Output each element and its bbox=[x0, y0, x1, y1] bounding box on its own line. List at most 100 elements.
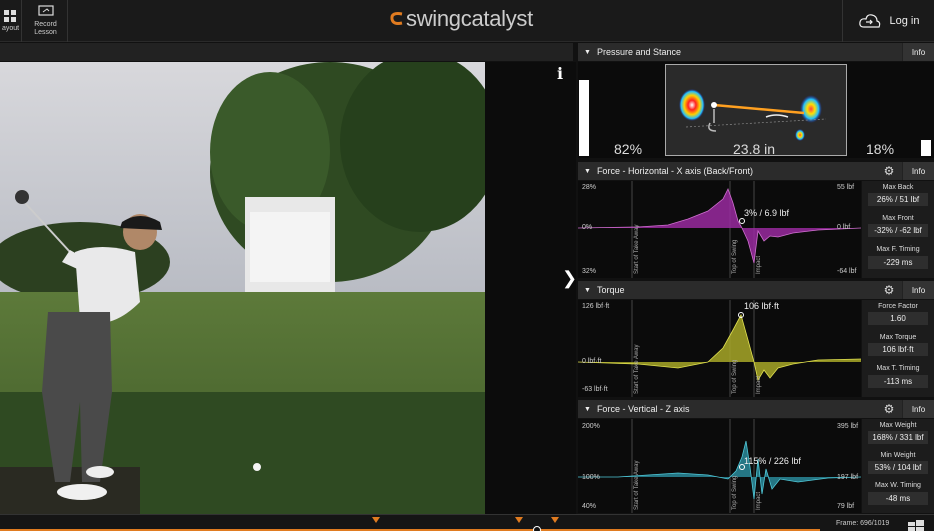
timeline-marker[interactable] bbox=[515, 517, 523, 523]
force-z-panel-header[interactable]: ▼ Force - Vertical - Z axis ⚙ Info bbox=[578, 400, 934, 418]
force-x-graph bbox=[577, 181, 862, 278]
force-z-info-button[interactable]: Info bbox=[902, 400, 934, 418]
marker-top-of-swing: Top of Swing bbox=[732, 359, 738, 394]
gear-icon[interactable]: ⚙ bbox=[878, 163, 900, 179]
torque-info-button[interactable]: Info bbox=[902, 281, 934, 299]
force-x-ymin-left: 32% bbox=[582, 268, 597, 275]
stat-value: 1.60 bbox=[868, 312, 928, 325]
force-x-stats: Max Back 26% / 51 lbf Max Front -32% / -… bbox=[862, 181, 934, 278]
torque-ymin-left: -63 lbf·ft bbox=[582, 386, 608, 393]
torque-ymax-left: 126 lbf·ft bbox=[582, 303, 610, 310]
marker-start-takeaway: Start of Take Away bbox=[634, 224, 640, 274]
stat-label: Min Weight bbox=[880, 452, 916, 459]
force-z-ymin-left: 40% bbox=[582, 503, 597, 510]
stat-value: -113 ms bbox=[868, 375, 928, 388]
gear-icon[interactable]: ⚙ bbox=[878, 401, 900, 417]
stance-width: 23.8 in bbox=[733, 141, 776, 157]
force-x-ymid-right: 0 lbf bbox=[837, 224, 851, 231]
app-logo: swingcatalyst bbox=[388, 6, 533, 32]
force-z-stats: Max Weight 168% / 331 lbf Min Weight 53%… bbox=[862, 419, 934, 513]
marker-impact: Impact bbox=[756, 255, 762, 274]
force-z-ymax-right: 395 lbf bbox=[837, 423, 859, 430]
stat-value: 106 lbf·ft bbox=[868, 343, 928, 356]
pressure-panel-header[interactable]: ▼ Pressure and Stance Info bbox=[578, 43, 934, 61]
force-x-annotation: 3% / 6.9 lbf bbox=[744, 208, 790, 218]
torque-panel-header[interactable]: ▼ Torque ⚙ Info bbox=[578, 281, 934, 299]
timeline-bar[interactable]: Frame: 696/1019 bbox=[0, 514, 934, 531]
collapse-triangle-icon[interactable]: ▼ bbox=[584, 49, 591, 56]
torque-annotation: 106 lbf·ft bbox=[744, 301, 780, 311]
force-x-ymax-left: 28% bbox=[582, 184, 597, 191]
stat-value: -32% / -62 lbf bbox=[868, 224, 928, 237]
force-z-graph bbox=[578, 419, 862, 513]
stat-value: 168% / 331 lbf bbox=[868, 431, 928, 444]
pressure-title: Pressure and Stance bbox=[596, 47, 681, 57]
login-label: Log in bbox=[889, 15, 920, 27]
torque-plot bbox=[577, 300, 862, 397]
stat-label: Max Front bbox=[882, 215, 914, 222]
force-x-title: Force - Horizontal - X axis (Back/Front) bbox=[596, 166, 753, 176]
chevron-right-icon[interactable]: ❯ bbox=[562, 268, 577, 289]
record-lesson-button[interactable]: Record Lesson bbox=[24, 0, 68, 42]
torque-ymid-left: 0 lbf·ft bbox=[582, 358, 602, 365]
force-z-title: Force - Vertical - Z axis bbox=[596, 404, 690, 414]
top-bar: ayout Record Lesson swingcatalyst Log in bbox=[0, 0, 934, 42]
pressure-info-button[interactable]: Info bbox=[902, 43, 934, 61]
frame-counter: Frame: 696/1019 bbox=[836, 520, 890, 527]
stat-value: -48 ms bbox=[868, 492, 928, 505]
timeline-marker[interactable] bbox=[372, 517, 380, 523]
stat-label: Force Factor bbox=[878, 303, 918, 310]
left-foot-percentage: 82% bbox=[614, 141, 643, 157]
stat-label: Max Back bbox=[882, 184, 914, 191]
stat-label: Max Torque bbox=[879, 334, 917, 341]
grid-icon bbox=[3, 10, 16, 22]
marker-top-of-swing: Top of Swing bbox=[732, 475, 738, 510]
login-button[interactable]: Log in bbox=[842, 0, 934, 42]
stat-label: Max Weight bbox=[879, 422, 917, 429]
force-z-ymid-left: 100% bbox=[582, 474, 600, 481]
record-lesson-icon bbox=[37, 5, 54, 16]
force-z-ymid-right: 197 lbf bbox=[837, 474, 859, 481]
record-label-1: Record bbox=[34, 21, 57, 28]
gear-icon[interactable]: ⚙ bbox=[878, 282, 900, 298]
force-z-ymax-left: 200% bbox=[582, 423, 600, 430]
force-x-ymid-left: 0% bbox=[582, 224, 593, 231]
layout-label: ayout bbox=[1, 25, 20, 32]
stat-label: Max F. Timing bbox=[876, 246, 920, 253]
force-z-ymin-right: 79 lbf bbox=[837, 503, 855, 510]
marker-impact: Impact bbox=[756, 491, 762, 510]
force-x-ymin-right: -64 lbf bbox=[837, 268, 857, 275]
video-frame bbox=[0, 62, 485, 514]
torque-graph bbox=[577, 300, 862, 397]
collapse-triangle-icon[interactable]: ▼ bbox=[584, 168, 591, 175]
right-pressure-bar bbox=[921, 140, 931, 156]
right-foot-percentage: 18% bbox=[866, 141, 895, 157]
force-x-ymax-right: 55 lbf bbox=[837, 184, 855, 191]
windows-icon[interactable] bbox=[906, 519, 926, 531]
collapse-triangle-icon[interactable]: ▼ bbox=[584, 406, 591, 413]
record-label-2: Lesson bbox=[34, 29, 57, 36]
video-header bbox=[0, 43, 573, 61]
marker-top-of-swing: Top of Swing bbox=[732, 239, 738, 274]
stat-label: Max W. Timing bbox=[875, 482, 921, 489]
stat-value: 26% / 51 lbf bbox=[868, 193, 928, 206]
collapse-triangle-icon[interactable]: ▼ bbox=[584, 287, 591, 294]
logo-mark-icon bbox=[390, 12, 403, 25]
stat-value: -229 ms bbox=[868, 256, 928, 269]
force-x-info-button[interactable]: Info bbox=[902, 162, 934, 180]
left-pressure-bar bbox=[579, 80, 589, 156]
video-info-icon[interactable]: i bbox=[557, 64, 563, 83]
marker-impact: Impact bbox=[756, 375, 762, 394]
torque-title: Torque bbox=[596, 285, 625, 295]
marker-start-takeaway: Start of Take Away bbox=[634, 344, 640, 394]
stat-label: Max T. Timing bbox=[876, 365, 920, 372]
layout-button[interactable]: ayout bbox=[0, 0, 22, 42]
logo-text: swingcatalyst bbox=[406, 6, 533, 31]
timeline-playhead[interactable] bbox=[533, 526, 541, 531]
stat-value: 53% / 104 lbf bbox=[868, 461, 928, 474]
force-z-annotation: 115% / 226 lbf bbox=[744, 456, 801, 466]
force-x-panel-header[interactable]: ▼ Force - Horizontal - X axis (Back/Fron… bbox=[578, 162, 934, 180]
timeline-marker[interactable] bbox=[551, 517, 559, 523]
marker-start-takeaway: Start of Take Away bbox=[634, 460, 640, 510]
swing-video[interactable] bbox=[0, 62, 485, 514]
